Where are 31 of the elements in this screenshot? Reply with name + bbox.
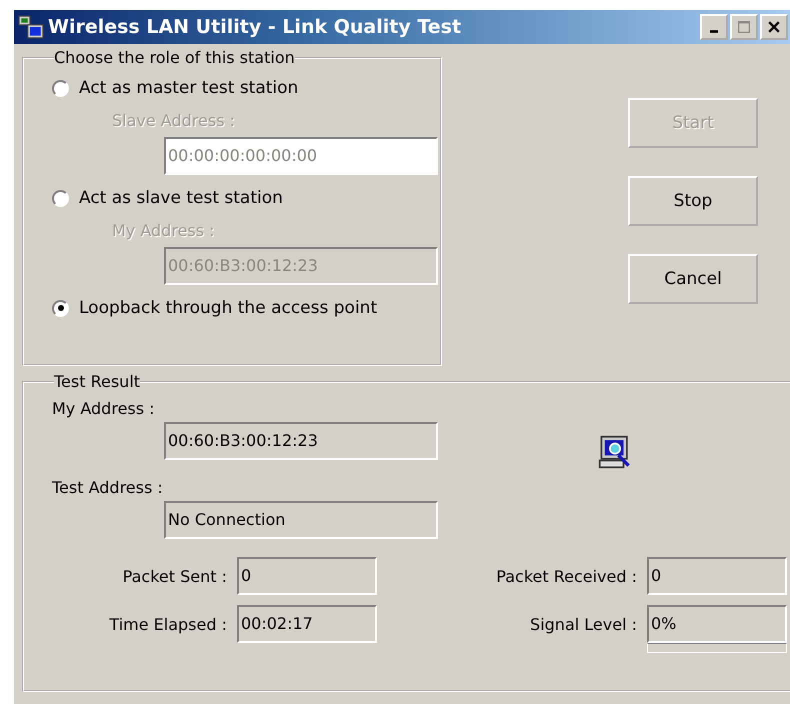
radio-button[interactable] bbox=[52, 300, 69, 316]
close-button[interactable] bbox=[760, 14, 788, 40]
radio-label[interactable]: Act as master test station bbox=[79, 78, 298, 98]
radio-label[interactable]: Loopback through the access point bbox=[79, 298, 378, 318]
dialog-button[interactable]: Cancel bbox=[628, 254, 758, 304]
radio-label[interactable]: Act as slave test station bbox=[79, 188, 283, 208]
field-label: Packet Received : bbox=[495, 566, 637, 586]
readout-field: No Connection bbox=[164, 501, 438, 539]
address-field[interactable]: 00:00:00:00:00:00 bbox=[164, 137, 438, 175]
readout-field: 0 bbox=[237, 557, 377, 595]
readout-field: 00:02:17 bbox=[237, 605, 377, 643]
readout-field: 0% bbox=[647, 605, 787, 643]
field-label: My Address : bbox=[52, 399, 156, 420]
group-title: Choose the role of this station bbox=[54, 48, 295, 67]
minimize-icon bbox=[710, 30, 718, 32]
readout-field: 0 bbox=[647, 557, 787, 595]
maximize-icon bbox=[738, 21, 750, 33]
field-label: Test Address : bbox=[52, 478, 164, 499]
field-label: Signal Level : bbox=[529, 614, 637, 634]
readout-field: 00:60:B3:00:12:23 bbox=[164, 422, 438, 460]
monitor-icon bbox=[598, 435, 632, 469]
radio-button[interactable] bbox=[52, 80, 69, 96]
minimize-button[interactable] bbox=[700, 14, 728, 40]
window-title: Wireless LAN Utility - Link Quality Test bbox=[48, 16, 462, 38]
close-icon bbox=[768, 21, 780, 33]
computers-icon bbox=[18, 14, 44, 40]
field-label: Time Elapsed : bbox=[108, 614, 227, 634]
dialog-button[interactable]: Stop bbox=[628, 176, 758, 226]
field-label: Packet Sent : bbox=[122, 566, 227, 586]
group-title: Test Result bbox=[54, 372, 140, 391]
radio-button[interactable] bbox=[52, 190, 69, 206]
